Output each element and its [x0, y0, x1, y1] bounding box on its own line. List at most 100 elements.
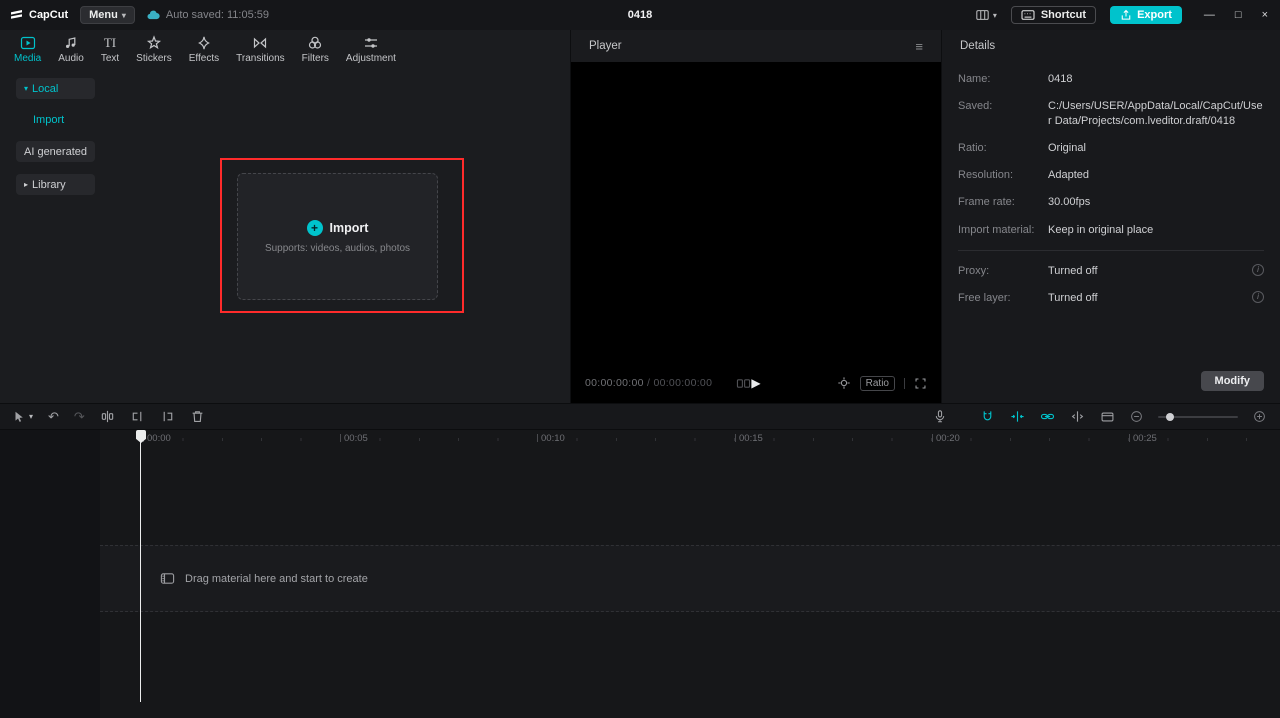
undo-button[interactable]: ↶ — [48, 410, 59, 423]
ruler-tick: 00:15 — [735, 434, 763, 443]
menu-button[interactable]: Menu ▾ — [80, 6, 135, 24]
auto-snap-button[interactable] — [1010, 409, 1025, 424]
preview-axis-button[interactable] — [1070, 409, 1085, 424]
chevron-down-icon: ▾ — [121, 10, 126, 20]
tab-effects[interactable]: Effects — [189, 35, 219, 64]
tab-text[interactable]: TI Text — [101, 35, 119, 65]
export-button[interactable]: Export — [1110, 6, 1182, 24]
record-voiceover-button[interactable] — [933, 409, 947, 424]
frame-preview-icon[interactable] — [736, 377, 751, 390]
split-button[interactable] — [100, 409, 115, 424]
timecode-separator: / — [643, 377, 654, 389]
delete-right-button[interactable] — [160, 409, 175, 424]
delete-left-button[interactable] — [130, 409, 145, 424]
linkage-button[interactable] — [1040, 409, 1055, 424]
detail-label: Resolution: — [958, 169, 1014, 182]
tab-label: Effects — [188, 53, 220, 64]
tab-audio[interactable]: Audio — [58, 35, 84, 64]
snap-icon — [1011, 411, 1024, 422]
window-controls: — □ × — [1204, 9, 1268, 21]
sidebar-item-library[interactable]: ▸ Library — [16, 174, 95, 195]
free-layer-info-icon[interactable]: i — [1252, 291, 1264, 304]
tab-filters[interactable]: Filters — [302, 35, 329, 64]
keyboard-icon — [1021, 10, 1035, 20]
details-panel: Details Name: 0418 Saved: C:/Users/USER/… — [942, 30, 1280, 403]
redo-button[interactable]: ↷ — [74, 410, 85, 423]
select-tool-button[interactable]: ▾ — [12, 410, 33, 424]
sidebar-item-local[interactable]: ▾ Local — [16, 78, 95, 99]
import-subtitle: Supports: videos, audios, photos — [264, 242, 411, 254]
close-button[interactable]: × — [1262, 9, 1268, 21]
tick-label: 00:10 — [541, 433, 565, 444]
sidebar-item-label: Local — [32, 82, 59, 95]
tab-transitions[interactable]: Transitions — [236, 35, 285, 64]
autosave-text: Auto saved: 11:05:59 — [165, 9, 270, 21]
delete-icon — [192, 411, 203, 423]
detail-row-proxy: Proxy: Turned off i — [958, 264, 1264, 278]
media-clip-icon — [160, 573, 175, 584]
sidebar-item-import[interactable]: Import — [33, 114, 64, 126]
modify-button[interactable]: Modify — [1200, 371, 1264, 391]
sticker-icon — [146, 35, 162, 51]
detail-row-saved: Saved: C:/Users/USER/AppData/Local/CapCu… — [958, 99, 1264, 128]
chevron-down-icon: ▾ — [29, 412, 34, 421]
zoom-out-button[interactable] — [1130, 410, 1143, 423]
track-header-gutter — [0, 430, 100, 718]
panel-layout-icon — [976, 10, 989, 20]
import-dropzone[interactable]: + Import Supports: videos, audios, photo… — [237, 173, 438, 300]
panel-layout-button[interactable]: ▾ — [975, 8, 997, 22]
titlebar: CapCut Menu ▾ Auto saved: 11:05:59 0418 … — [0, 0, 1280, 30]
timecode-total: 00:00:00:00 — [653, 377, 713, 389]
tab-adjustment[interactable]: Adjustment — [346, 35, 396, 64]
toolbar-left: ▾ ↶ ↷ — [0, 409, 205, 424]
titlebar-right: ▾ Shortcut Export — □ × — [975, 6, 1280, 24]
minimize-button[interactable]: — — [1204, 9, 1215, 21]
timeline[interactable]: 00:00 00:05 00:10 00:15 00:20 00:25 Drag… — [0, 430, 1280, 718]
timeline-view-button[interactable] — [1100, 410, 1115, 424]
main-track-magnet-button[interactable] — [980, 409, 995, 424]
delete-left-icon — [132, 411, 142, 422]
timeline-ruler[interactable]: 00:00 00:05 00:10 00:15 00:20 00:25 — [0, 430, 1280, 448]
tick-label: 00:05 — [344, 433, 368, 444]
zoom-slider-handle[interactable] — [1166, 412, 1174, 421]
menu-button-label: Menu — [89, 9, 118, 21]
tick-mark — [735, 434, 736, 442]
import-row: + Import — [306, 219, 368, 236]
detail-value: Original — [1048, 141, 1086, 154]
tab-media[interactable]: Media — [14, 35, 41, 64]
details-title: Details — [960, 40, 996, 52]
tab-stickers[interactable]: Stickers — [136, 35, 172, 64]
cursor-icon — [15, 411, 23, 422]
play-button[interactable]: ▶ — [751, 376, 760, 390]
detail-row-framerate: Frame rate: 30.00fps — [958, 195, 1264, 209]
fit-preview-icon[interactable] — [837, 376, 851, 390]
ratio-button[interactable]: Ratio — [859, 375, 895, 391]
delete-right-icon — [163, 411, 173, 422]
ruler-tick: 00:05 — [340, 434, 368, 443]
zoom-slider[interactable] — [1158, 412, 1238, 421]
export-button-label: Export — [1137, 9, 1172, 21]
empty-track-dropzone[interactable]: Drag material here and start to create — [100, 545, 1280, 612]
detail-value: Turned off — [1048, 292, 1098, 305]
zoom-in-button[interactable] — [1253, 410, 1266, 423]
fullscreen-icon[interactable] — [914, 377, 927, 390]
chevron-down-icon: ▾ — [992, 10, 997, 20]
player-menu-icon[interactable]: ≡ — [915, 39, 923, 54]
timecode-current: 00:00:00:00 — [585, 377, 644, 389]
shortcut-button[interactable]: Shortcut — [1010, 6, 1097, 24]
detail-value: Turned off — [1048, 265, 1098, 278]
timecode: 00:00:00:00 / 00:00:00:00 — [585, 377, 712, 389]
maximize-button[interactable]: □ — [1235, 9, 1242, 21]
player-header: Player ≡ — [571, 30, 941, 62]
proxy-info-icon[interactable]: i — [1252, 264, 1264, 277]
details-divider — [958, 250, 1264, 252]
detail-label: Free layer: — [958, 292, 1011, 305]
detail-label: Ratio: — [958, 141, 987, 154]
tab-label: Stickers — [136, 53, 172, 64]
sidebar-item-ai-generated[interactable]: AI generated — [16, 141, 95, 162]
detail-label: Import material: — [958, 223, 1035, 236]
sidebar-item-label: Library — [32, 178, 66, 191]
detail-label: Frame rate: — [958, 196, 1015, 209]
microphone-icon — [935, 410, 945, 423]
delete-button[interactable] — [190, 409, 205, 424]
